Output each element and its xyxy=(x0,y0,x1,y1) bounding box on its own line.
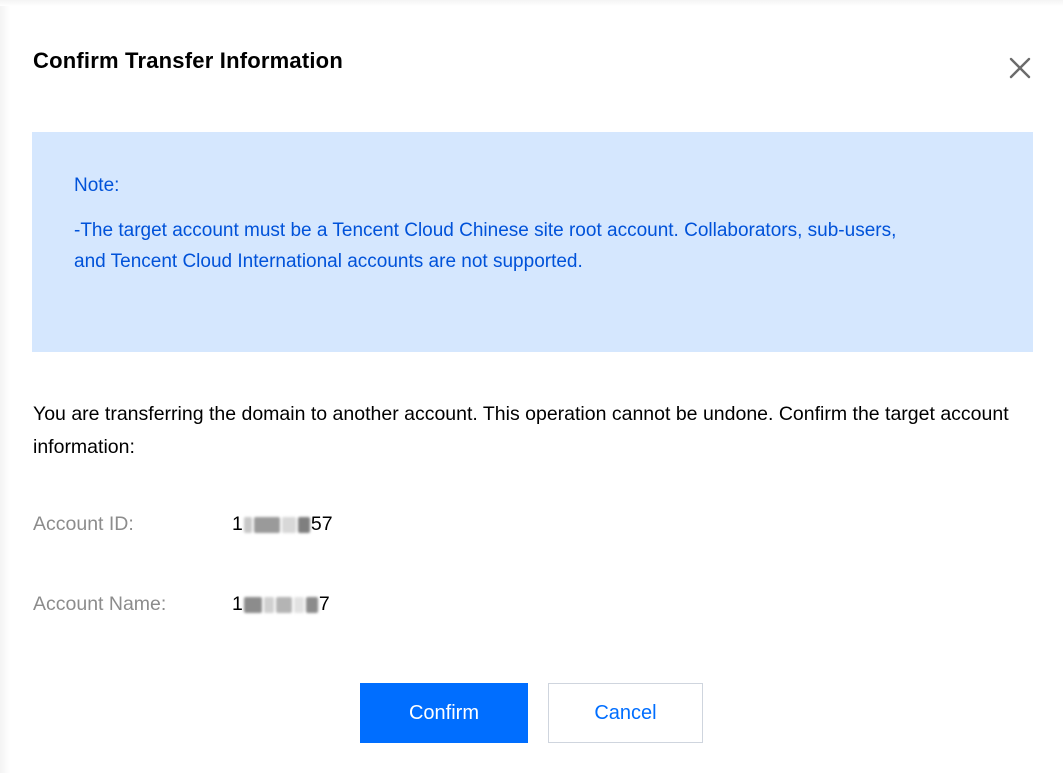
page: Confirm Transfer Information Note: -The … xyxy=(0,0,1063,773)
transfer-confirm-dialog: Confirm Transfer Information Note: -The … xyxy=(0,0,1063,773)
note-title: Note: xyxy=(74,175,120,196)
dialog-title: Confirm Transfer Information xyxy=(33,48,343,73)
account-id-value-suffix: 57 xyxy=(310,513,333,535)
masked-text xyxy=(243,596,319,613)
account-name-label: Account Name: xyxy=(33,593,167,615)
masked-text xyxy=(243,516,311,533)
note-body: -The target account must be a Tencent Cl… xyxy=(74,220,897,272)
confirm-button[interactable]: Confirm xyxy=(360,683,528,743)
note-alert: Note: -The target account must be a Tenc… xyxy=(32,132,1033,352)
close-icon[interactable] xyxy=(1004,52,1036,84)
account-id-value-prefix: 1 xyxy=(232,513,243,535)
cancel-button[interactable]: Cancel xyxy=(548,683,703,743)
account-name-value: 1 7 xyxy=(232,593,330,616)
transfer-description: You are transferring the domain to anoth… xyxy=(33,403,1009,458)
account-id-value: 1 57 xyxy=(232,513,333,536)
account-name-value-suffix: 7 xyxy=(318,593,330,615)
account-id-label: Account ID: xyxy=(33,513,134,535)
account-name-value-prefix: 1 xyxy=(232,593,243,615)
